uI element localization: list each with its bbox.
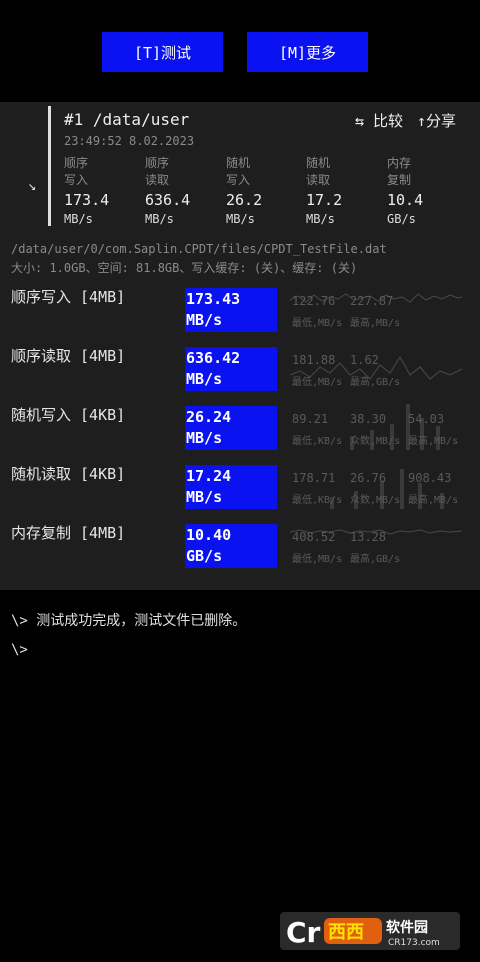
stat-unit: MB/s bbox=[226, 212, 255, 226]
result-name: 随机写入 [4KB] bbox=[11, 406, 126, 424]
result-value: 26.24 bbox=[186, 408, 232, 426]
min-value: 89.21 bbox=[292, 412, 329, 426]
min-label: 最低,MB/s bbox=[292, 554, 343, 565]
console-prompt[interactable]: \> bbox=[11, 642, 28, 658]
stat-unit: MB/s bbox=[145, 212, 174, 226]
stat-label: 随机 bbox=[226, 156, 251, 170]
mode-label: 众数,MB/s bbox=[350, 436, 401, 447]
results-panel: ↘ #1 /data/user 23:49:52 8.02.2023 ⇆ 比较 … bbox=[0, 102, 480, 590]
stat-label: 顺序 bbox=[64, 156, 89, 170]
result-unit: MB/s bbox=[186, 488, 223, 506]
result-value: 10.40 bbox=[186, 526, 232, 544]
result-name: 随机读取 [4KB] bbox=[11, 465, 126, 483]
max-label: 最高,MB/s bbox=[350, 318, 401, 329]
result-name: 内存复制 [4MB] bbox=[11, 524, 126, 542]
stat-rand-read: 随机 读取 17.2 MB/s bbox=[306, 155, 378, 228]
test-button[interactable]: [T]测试 bbox=[102, 32, 223, 72]
max-value: 908.43 bbox=[408, 471, 452, 485]
result-row-rand-read: 随机读取 [4KB] 17.24 MB/s 178.71 最低,KB/s 26.… bbox=[0, 463, 480, 509]
result-unit: MB/s bbox=[186, 370, 223, 388]
max-label: 最高,MB/s bbox=[408, 436, 459, 447]
expand-arrow-icon[interactable]: ↘ bbox=[28, 178, 36, 194]
result-row-seq-write: 顺序写入 [4MB] 173.43 MB/s 122.76 最低,MB/s 22… bbox=[0, 286, 480, 332]
result-unit: GB/s bbox=[186, 547, 223, 565]
result-value-box: 636.42 MB/s bbox=[185, 347, 277, 391]
file-path: /data/user/0/com.Saplin.CPDT/files/CPDT_… bbox=[11, 242, 387, 256]
stat-seq-read: 顺序 读取 636.4 MB/s bbox=[145, 155, 217, 228]
mode-value: 26.76 bbox=[350, 471, 387, 485]
summary-divider bbox=[48, 106, 51, 226]
max-value: 54.03 bbox=[408, 412, 445, 426]
max-label: 最高,MB/s bbox=[408, 495, 459, 506]
watermark-cn: 西西 bbox=[328, 922, 364, 943]
more-button[interactable]: [M]更多 bbox=[247, 32, 368, 72]
result-value-box: 173.43 MB/s bbox=[185, 288, 277, 332]
file-meta: 大小: 1.0GB、空间: 81.8GB、写入缓存: (关)、缓存: (关) bbox=[11, 261, 358, 275]
result-value-box: 10.40 GB/s bbox=[185, 524, 277, 568]
stat-unit: MB/s bbox=[306, 212, 335, 226]
stat-value: 636.4 bbox=[145, 191, 191, 209]
min-value: 181.88 bbox=[292, 353, 336, 367]
result-value: 636.42 bbox=[186, 349, 241, 367]
stat-label: 写入 bbox=[226, 173, 251, 187]
result-name: 顺序写入 [4MB] bbox=[11, 288, 126, 306]
min-value: 122.76 bbox=[292, 294, 336, 308]
min-label: 最低,KB/s bbox=[292, 436, 343, 447]
compare-button[interactable]: ⇆ 比较 bbox=[355, 110, 403, 131]
min-value: 408.52 bbox=[292, 530, 336, 544]
stat-label: 随机 bbox=[306, 156, 331, 170]
stat-label: 内存 bbox=[387, 156, 412, 170]
result-value-box: 26.24 MB/s bbox=[185, 406, 277, 450]
console-line: \> 测试成功完成，测试文件已删除。 bbox=[11, 613, 247, 629]
share-button[interactable]: ↑分享 bbox=[417, 110, 456, 131]
stat-value: 17.2 bbox=[306, 191, 343, 209]
result-row-rand-write: 随机写入 [4KB] 26.24 MB/s 89.21 最低,KB/s 38.3… bbox=[0, 404, 480, 450]
stat-value: 10.4 bbox=[387, 191, 424, 209]
result-unit: MB/s bbox=[186, 429, 223, 447]
max-label: 最高,GB/s bbox=[350, 554, 401, 565]
min-label: 最低,KB/s bbox=[292, 495, 343, 506]
summary-timestamp: 23:49:52 8.02.2023 bbox=[64, 134, 195, 148]
result-value-box: 17.24 MB/s bbox=[185, 465, 277, 509]
mode-value: 38.30 bbox=[350, 412, 387, 426]
result-value: 173.43 bbox=[186, 290, 241, 308]
summary-title: #1 /data/user bbox=[64, 110, 190, 129]
watermark-site: CR173.com bbox=[388, 938, 440, 948]
result-unit: MB/s bbox=[186, 311, 223, 329]
stat-unit: GB/s bbox=[387, 212, 416, 226]
max-value: 1.62 bbox=[350, 353, 379, 367]
result-row-seq-read: 顺序读取 [4MB] 636.42 MB/s 181.88 最低,MB/s 1.… bbox=[0, 345, 480, 391]
stat-mem-copy: 内存 复制 10.4 GB/s bbox=[387, 155, 459, 228]
stat-label: 复制 bbox=[387, 173, 412, 187]
stat-value: 173.4 bbox=[64, 191, 110, 209]
stat-label: 顺序 bbox=[145, 156, 170, 170]
stat-label: 读取 bbox=[306, 173, 331, 187]
watermark-logo: Cr 西西 软件园 CR173.com bbox=[280, 912, 460, 950]
max-value: 227.87 bbox=[350, 294, 394, 308]
stat-label: 写入 bbox=[64, 173, 89, 187]
max-label: 最高,GB/s bbox=[350, 377, 401, 388]
max-value: 13.28 bbox=[350, 530, 387, 544]
stat-seq-write: 顺序 写入 173.4 MB/s bbox=[64, 155, 136, 228]
stat-label: 读取 bbox=[145, 173, 170, 187]
stat-value: 26.2 bbox=[226, 191, 263, 209]
watermark-cn2: 软件园 bbox=[386, 919, 428, 936]
watermark-brand: Cr bbox=[286, 916, 321, 949]
result-value: 17.24 bbox=[186, 467, 232, 485]
mode-label: 众数,MB/s bbox=[350, 495, 401, 506]
min-label: 最低,MB/s bbox=[292, 318, 343, 329]
result-row-mem-copy: 内存复制 [4MB] 10.40 GB/s 408.52 最低,MB/s 13.… bbox=[0, 522, 480, 568]
min-label: 最低,MB/s bbox=[292, 377, 343, 388]
min-value: 178.71 bbox=[292, 471, 336, 485]
result-name: 顺序读取 [4MB] bbox=[11, 347, 126, 365]
stat-unit: MB/s bbox=[64, 212, 93, 226]
stat-rand-write: 随机 写入 26.2 MB/s bbox=[226, 155, 298, 228]
